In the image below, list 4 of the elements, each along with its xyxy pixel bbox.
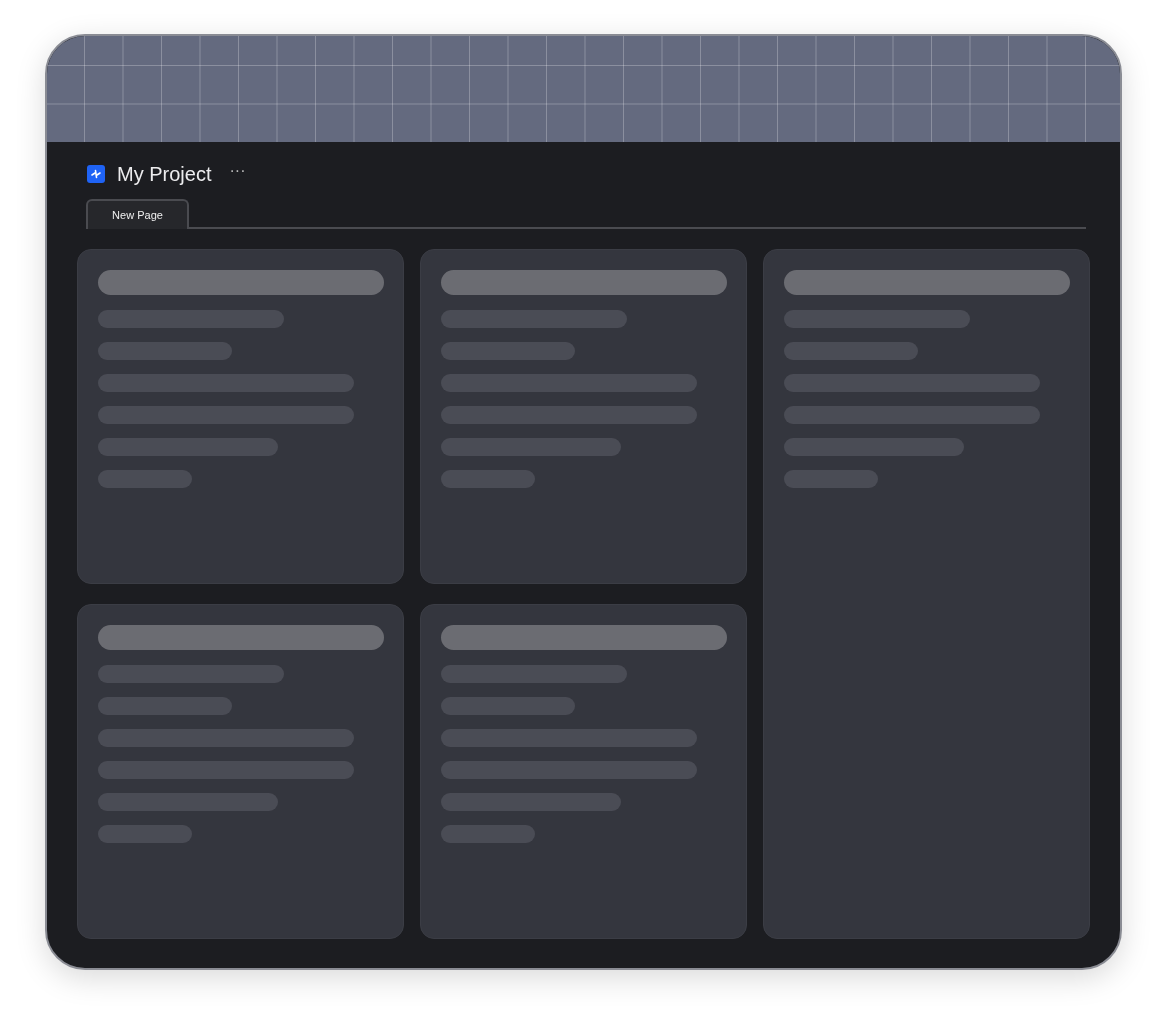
logo-icon [87, 165, 105, 183]
project-title: My Project [117, 162, 212, 186]
more-options-button[interactable]: ··· [223, 163, 246, 185]
page-tab[interactable]: New Page [86, 199, 189, 229]
